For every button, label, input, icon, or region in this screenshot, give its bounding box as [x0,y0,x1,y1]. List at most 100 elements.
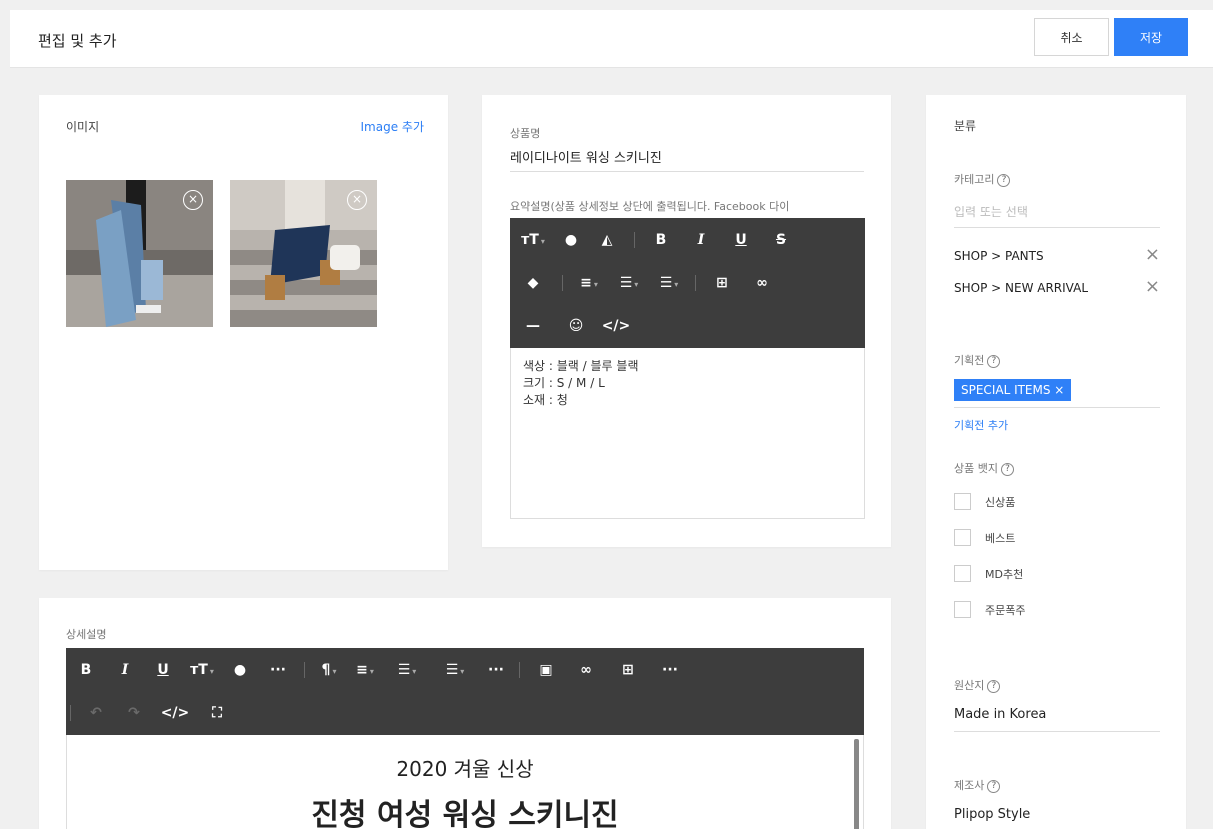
toolbar-separator [70,704,71,721]
link-icon[interactable]: ∞ [566,662,606,678]
promotion-label: 기획전? [954,352,1001,368]
divider [510,171,864,172]
more-icon[interactable]: ··· [479,662,513,678]
bold-icon[interactable]: B [641,232,681,248]
promotion-tag[interactable]: SPECIAL ITEMS × [954,379,1072,401]
badge-option[interactable]: 베스트 [954,529,1015,546]
product-info-card: 상품명 레이디나이트 워싱 스키니진 요약설명(상품 상세정보 상단에 출력됩니… [482,95,891,547]
remove-image-2-button[interactable]: × [347,190,367,210]
image-icon[interactable]: ▣ [526,662,566,678]
remove-category-icon[interactable]: × [1145,278,1160,296]
font-size-icon[interactable]: ᴛT ▾ [510,232,556,248]
badge-checkbox[interactable] [954,601,971,618]
text-color-icon[interactable]: ● [556,232,586,248]
badge-checkbox[interactable] [954,493,971,510]
divider [954,731,1160,732]
emoji-icon[interactable]: ☺ [556,318,596,334]
unordered-list-icon[interactable]: ☰ ▾ [649,275,689,291]
save-button[interactable]: 저장 [1114,18,1188,56]
badge-label: 상품 뱃지? [954,460,1014,476]
toolbar-separator [634,231,635,248]
manufacturer-label-text: 제조사 [954,779,985,792]
ordered-list-icon[interactable]: ☰ ▾ [609,275,649,291]
background-color-icon[interactable]: ◭ [586,232,628,248]
badge-checkbox[interactable] [954,529,971,546]
toolbar-separator [562,274,563,291]
remove-image-1-button[interactable]: × [183,190,203,210]
help-icon[interactable]: ? [987,354,1001,368]
help-icon[interactable]: ? [997,173,1011,187]
more-icon[interactable]: ··· [258,662,298,678]
italic-icon[interactable]: I [681,232,721,248]
add-image-link[interactable]: Image 추가 [361,118,424,135]
table-icon[interactable]: ⊞ [702,275,742,291]
divider [954,227,1160,228]
image-card: 이미지 Image 추가 × × [39,95,448,570]
detail-editor-toolbar: B I U ᴛT ▾ ● ··· ¶ ▾ ≡ ▾ ☰ ▾ ☰ ▾ ··· ▣ ∞ ⊞ ··… [66,648,864,735]
font-size-icon[interactable]: ᴛT ▾ [182,662,222,678]
table-icon[interactable]: ⊞ [606,662,650,678]
summary-editor-content[interactable]: 색상 : 블랙 / 블루 블랙 크기 : S / M / L 소재 : 청 [510,348,865,519]
bold-icon[interactable]: B [66,662,106,678]
origin-label-text: 원산지 [954,679,985,692]
badge-option-label: 주문폭주 [985,603,1026,617]
summary-line-size: 크기 : S / M / L [523,376,605,390]
category-item: SHOP > PANTS × [954,246,1160,264]
manufacturer-input[interactable]: Plipop Style [954,807,1030,822]
badge-checkbox[interactable] [954,565,971,582]
remove-category-icon[interactable]: × [1145,246,1160,264]
align-icon[interactable]: ≡ ▾ [347,662,383,678]
align-icon[interactable]: ≡ ▾ [569,275,609,291]
summary-label: 요약설명(상품 상세정보 상단에 출력됩니다. Facebook 다이 [510,200,790,213]
help-icon[interactable]: ? [1000,462,1014,476]
category-input[interactable]: 입력 또는 선택 [954,203,1028,220]
badge-label-text: 상품 뱃지 [954,462,998,475]
underline-icon[interactable]: U [144,662,182,678]
badge-option[interactable]: 주문폭주 [954,601,1025,618]
badge-option[interactable]: 신상품 [954,493,1015,510]
help-icon[interactable]: ? [987,779,1001,793]
toolbar-separator [519,661,520,678]
code-view-icon[interactable]: </> [153,705,197,721]
detail-label: 상세설명 [66,628,107,641]
product-image-1[interactable]: × [66,180,213,327]
detail-editor-content[interactable]: 2020 겨울 신상 진청 여성 워싱 스키니진 [66,735,864,829]
badge-option-label: 베스트 [985,531,1016,545]
underline-icon[interactable]: U [721,232,761,248]
help-icon[interactable]: ? [987,679,1001,693]
more-icon[interactable]: ··· [650,662,690,678]
category-label-text: 카테고리 [954,173,995,186]
add-promotion-link[interactable]: 기획전 추가 [954,417,1008,433]
product-name-label: 상품명 [510,127,541,140]
italic-icon[interactable]: I [106,662,144,678]
detail-heading-1: 2020 겨울 신상 [396,757,534,781]
strikethrough-icon[interactable]: S [761,232,801,248]
origin-label: 원산지? [954,677,1001,693]
divider [954,407,1160,408]
cancel-button[interactable]: 취소 [1034,18,1109,56]
fullscreen-icon[interactable]: ⛶ [197,705,237,721]
editor-scrollbar[interactable] [854,739,859,829]
product-name-input[interactable]: 레이디나이트 워싱 스키니진 [510,147,662,166]
redo-icon[interactable]: ↷ [115,705,153,721]
summary-editor-toolbar: ᴛT ▾ ● ◭ B I U S ◆ ≡ ▾ ☰ ▾ ☰ ▾ ⊞ ∞ — ☺ </> [510,218,865,348]
origin-input[interactable]: Made in Korea [954,707,1046,722]
toolbar-separator [304,661,305,678]
horizontal-rule-icon[interactable]: — [510,318,556,334]
image-section-label: 이미지 [66,120,100,134]
paragraph-icon[interactable]: ¶ ▾ [311,662,347,678]
unordered-list-icon[interactable]: ☰ ▾ [431,662,479,678]
ordered-list-icon[interactable]: ☰ ▾ [383,662,431,678]
classification-card: 분류 카테고리? 입력 또는 선택 SHOP > PANTS × SHOP > … [926,95,1186,829]
eraser-icon[interactable]: ◆ [510,275,556,291]
code-view-icon[interactable]: </> [596,318,636,334]
link-icon[interactable]: ∞ [742,275,782,291]
category-item-label: SHOP > PANTS [954,249,1044,263]
category-label: 카테고리? [954,171,1011,187]
badge-option[interactable]: MD추천 [954,565,1023,582]
classification-title: 분류 [954,119,977,133]
product-image-2[interactable]: × [230,180,377,327]
undo-icon[interactable]: ↶ [77,705,115,721]
text-color-icon[interactable]: ● [222,662,258,678]
detail-heading-2: 진청 여성 워싱 스키니진 [311,798,619,829]
